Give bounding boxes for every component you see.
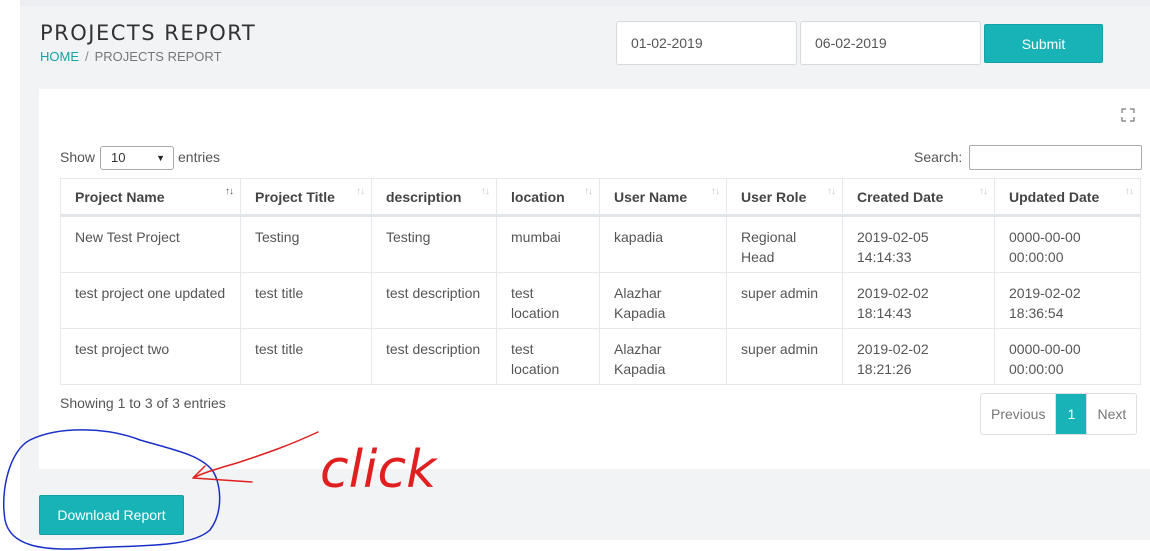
sort-icon: ↑↓ [356, 186, 365, 197]
download-report-button[interactable]: Download Report [39, 495, 184, 535]
sort-icon: ↑↓ [827, 186, 836, 197]
col-user-role[interactable]: User Role ↑↓ [726, 178, 843, 217]
sort-icon: ↑↓ [584, 186, 593, 197]
sort-icon: ↑↓ [481, 186, 490, 197]
sort-icon: ↑↓ [225, 186, 234, 197]
breadcrumb-home-link[interactable]: HOME [40, 49, 79, 64]
column-label: Project Title [255, 188, 335, 205]
table-cell: super admin [726, 272, 843, 329]
table-cell: test project one updated [60, 272, 241, 329]
table-cell: 2019-02-02 18:36:54 [994, 272, 1141, 329]
breadcrumb-separator: / [85, 49, 89, 64]
table-cell: kapadia [599, 215, 727, 273]
entries-select[interactable]: 10 ▼ [100, 146, 174, 170]
col-location[interactable]: location ↑↓ [496, 178, 600, 217]
table-cell: New Test Project [60, 215, 241, 273]
table-cell: test project two [60, 328, 241, 385]
submit-button[interactable]: Submit [984, 24, 1103, 63]
table-info: Showing 1 to 3 of 3 entries [60, 395, 226, 411]
next-page-button[interactable]: Next [1086, 394, 1136, 434]
search-label: Search: [914, 149, 963, 165]
table-cell: test title [240, 272, 372, 329]
table-cell: Alazhar Kapadia [599, 328, 727, 385]
top-divider [20, 0, 1150, 6]
column-label: description [386, 188, 462, 205]
projects-table: Project Name ↑↓ Project Title ↑↓ descripti… [60, 178, 1141, 385]
fullscreen-icon[interactable] [1121, 108, 1135, 122]
sort-icon: ↑↓ [1125, 186, 1134, 197]
sort-icon: ↑↓ [979, 186, 988, 197]
table-header-row: Project Name ↑↓ Project Title ↑↓ descripti… [60, 178, 1141, 217]
table-cell: super admin [726, 328, 843, 385]
table-cell: test description [371, 328, 497, 385]
table-cell: 0000-00-00 00:00:00 [994, 328, 1141, 385]
table-cell: 2019-02-02 18:21:26 [842, 328, 995, 385]
page-1-button[interactable]: 1 [1056, 394, 1087, 434]
table-cell: Regional Head [726, 215, 843, 273]
column-label: User Role [741, 188, 807, 205]
page-title: PROJECTS REPORT [40, 21, 257, 45]
table-cell: mumbai [496, 215, 600, 273]
table-cell: 0000-00-00 00:00:00 [994, 215, 1141, 273]
table-cell: test location [496, 328, 600, 385]
table-row: test project one updated test title test… [60, 272, 1141, 329]
show-label: Show [60, 149, 96, 165]
breadcrumb-current: PROJECTS REPORT [94, 49, 222, 64]
table-cell: 2019-02-05 14:14:33 [842, 215, 995, 273]
table-row: test project two test title test descrip… [60, 328, 1141, 385]
col-project-title[interactable]: Project Title ↑↓ [240, 178, 372, 217]
column-label: Updated Date [1009, 188, 1100, 205]
table-cell: Alazhar Kapadia [599, 272, 727, 329]
previous-page-button[interactable]: Previous [981, 394, 1057, 434]
table-cell: Testing [240, 215, 372, 273]
table-cell: Testing [371, 215, 497, 273]
table-cell: 2019-02-02 18:14:43 [842, 272, 995, 329]
entries-select-value: 10 [111, 150, 126, 165]
col-project-name[interactable]: Project Name ↑↓ [60, 178, 241, 217]
breadcrumb: HOME / PROJECTS REPORT [40, 49, 222, 64]
search-input[interactable] [969, 145, 1142, 170]
chevron-down-icon: ▼ [156, 153, 165, 163]
date-to-input[interactable] [800, 21, 981, 65]
column-label: location [511, 188, 565, 205]
date-from-input[interactable] [616, 21, 797, 65]
col-created-date[interactable]: Created Date ↑↓ [842, 178, 995, 217]
column-label: Created Date [857, 188, 944, 205]
table-cell: test description [371, 272, 497, 329]
pagination: Previous 1 Next [980, 393, 1138, 435]
col-updated-date[interactable]: Updated Date ↑↓ [994, 178, 1141, 217]
table-row: New Test Project Testing Testing mumbai … [60, 215, 1141, 273]
entries-label: entries [178, 149, 221, 165]
col-description[interactable]: description ↑↓ [371, 178, 497, 217]
table-cell: test location [496, 272, 600, 329]
column-label: User Name [614, 188, 688, 205]
column-label: Project Name [75, 188, 165, 205]
col-user-name[interactable]: User Name ↑↓ [599, 178, 727, 217]
sort-icon: ↑↓ [711, 186, 720, 197]
table-cell: test title [240, 328, 372, 385]
